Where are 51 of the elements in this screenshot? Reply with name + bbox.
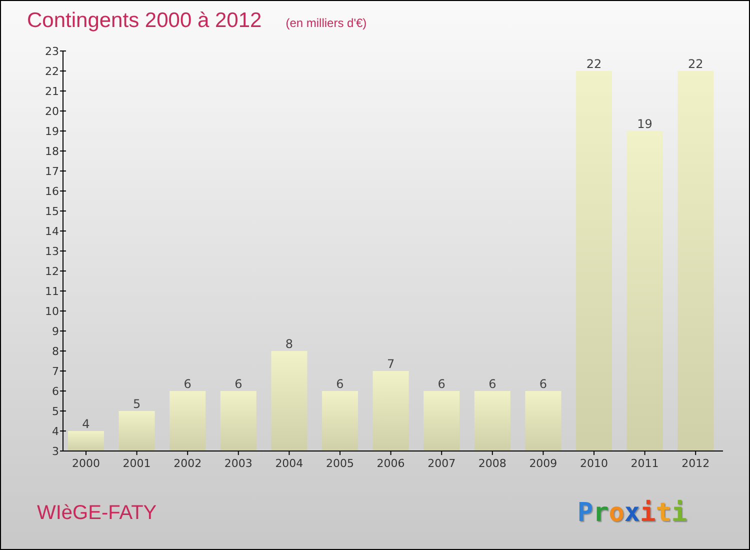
axis-tick-label: 23 bbox=[45, 45, 59, 58]
axis-tick-label: 3 bbox=[52, 445, 59, 458]
chart-title: Contingents 2000 à 2012 bbox=[27, 8, 262, 34]
value-label: 22 bbox=[688, 57, 704, 71]
axis-tick-label: 2008 bbox=[478, 457, 506, 470]
value-label: 6 bbox=[234, 377, 242, 391]
value-label: 7 bbox=[386, 357, 395, 371]
axis-tick-label: 2004 bbox=[275, 457, 304, 470]
axis-tick-label: 20 bbox=[45, 105, 59, 118]
value-label: 4 bbox=[82, 417, 90, 431]
axis-tick-label: 12 bbox=[45, 265, 59, 278]
axis-tick-label: 2002 bbox=[174, 457, 202, 470]
axis-tick-label: 7 bbox=[52, 365, 59, 378]
value-label: 5 bbox=[132, 397, 141, 411]
value-label: 6 bbox=[539, 377, 548, 391]
value-label: 6 bbox=[488, 377, 496, 391]
axis-tick-label: 8 bbox=[52, 345, 59, 358]
axis-tick-label: 10 bbox=[45, 305, 59, 318]
axis-tick-label: 2012 bbox=[682, 457, 710, 470]
axis-tick-label: 22 bbox=[45, 65, 59, 78]
axis-tick-label: 2009 bbox=[529, 457, 558, 470]
axis-tick-label: 2000 bbox=[72, 457, 100, 470]
value-label: 22 bbox=[586, 57, 602, 71]
axis-tick-label: 19 bbox=[45, 125, 59, 138]
axis-tick-label: 21 bbox=[45, 85, 59, 98]
axis-tick-label: 11 bbox=[45, 285, 59, 298]
logo: Proxiti bbox=[577, 496, 687, 530]
value-label: 6 bbox=[438, 377, 446, 391]
axis-tick-label: 4 bbox=[52, 425, 59, 438]
place-name: WIèGE-FATY bbox=[37, 501, 157, 526]
value-label: 6 bbox=[336, 377, 344, 391]
axis-tick-label: 2003 bbox=[224, 457, 252, 470]
axis-tick-label: 17 bbox=[45, 165, 59, 178]
axis-tick-label: 6 bbox=[52, 385, 59, 398]
axis-tick-label: 13 bbox=[45, 245, 59, 258]
value-label: 6 bbox=[184, 377, 192, 391]
value-label: 8 bbox=[285, 337, 294, 351]
unit-note: (en milliers d'€) bbox=[286, 15, 367, 32]
axis-tick-label: 2011 bbox=[630, 457, 659, 470]
axis-tick-label: 5 bbox=[52, 405, 59, 418]
axis-tick-label: 18 bbox=[45, 145, 59, 158]
axis-tick-label: 2006 bbox=[376, 457, 405, 470]
axis-tick-label: 16 bbox=[45, 185, 59, 198]
axis-tick-label: 9 bbox=[52, 325, 59, 338]
axis-tick-label: 2010 bbox=[580, 457, 608, 470]
value-label: 19 bbox=[637, 117, 652, 131]
axis-tick-label: 2007 bbox=[428, 457, 456, 470]
axis-tick-label: 2005 bbox=[326, 457, 354, 470]
axis-tick-label: 15 bbox=[45, 205, 59, 218]
axis-tick-label: 2001 bbox=[122, 457, 151, 470]
axis-tick-label: 14 bbox=[45, 225, 59, 238]
